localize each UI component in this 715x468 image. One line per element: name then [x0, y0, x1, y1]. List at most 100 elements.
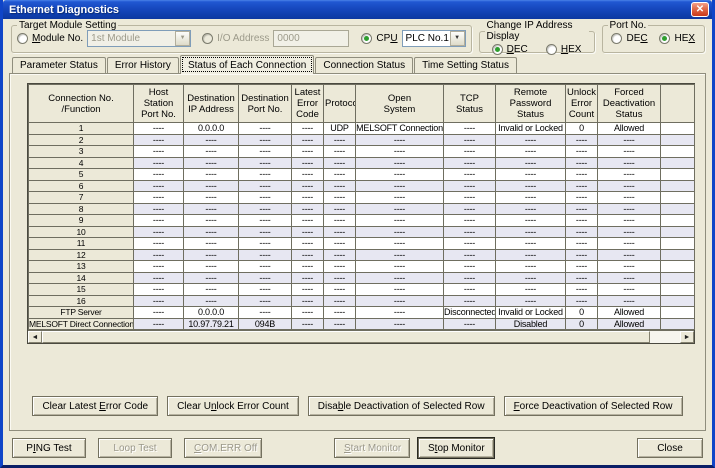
cell[interactable]: ---- [292, 123, 324, 135]
cell[interactable]: ---- [598, 146, 661, 158]
connection-name-cell[interactable]: 12 [29, 249, 134, 261]
cell[interactable]: ---- [239, 307, 292, 319]
cell[interactable]: ---- [496, 284, 566, 296]
cell[interactable]: 0 [566, 318, 598, 330]
table-row[interactable]: 7---------------------------------------… [29, 192, 695, 204]
cell[interactable]: ---- [184, 169, 239, 181]
cell[interactable]: ---- [324, 203, 356, 215]
table-row[interactable]: 3---------------------------------------… [29, 146, 695, 158]
cell[interactable]: ---- [356, 215, 444, 227]
cell[interactable]: ---- [356, 307, 444, 319]
cell[interactable]: ---- [134, 192, 184, 204]
tab-connection-status[interactable]: Connection Status [315, 57, 413, 73]
cell[interactable]: ---- [134, 284, 184, 296]
cell[interactable]: ---- [598, 261, 661, 273]
cell[interactable]: ---- [598, 203, 661, 215]
cell[interactable]: ---- [292, 180, 324, 192]
cell[interactable]: ---- [324, 192, 356, 204]
cell[interactable]: ---- [324, 238, 356, 250]
cell[interactable]: ---- [444, 123, 496, 135]
cell[interactable]: ---- [444, 295, 496, 307]
cell[interactable]: 10.97.79.21 [184, 318, 239, 330]
cell[interactable]: ---- [134, 123, 184, 135]
cell[interactable]: ---- [444, 249, 496, 261]
cell[interactable]: ---- [134, 215, 184, 227]
cell[interactable]: ---- [356, 238, 444, 250]
cell[interactable]: ---- [496, 295, 566, 307]
cell[interactable]: ---- [598, 192, 661, 204]
cell[interactable]: Allowed [598, 307, 661, 319]
table-row[interactable]: 16--------------------------------------… [29, 295, 695, 307]
cell[interactable]: ---- [324, 215, 356, 227]
table-row[interactable]: MELSOFT Direct Connection----10.97.79.21… [29, 318, 695, 330]
cell[interactable]: ---- [292, 261, 324, 273]
horizontal-scrollbar[interactable]: ◄ ► [28, 330, 694, 343]
cell[interactable]: ---- [239, 295, 292, 307]
cell[interactable]: ---- [324, 307, 356, 319]
cell[interactable]: ---- [444, 134, 496, 146]
table-row[interactable]: 10--------------------------------------… [29, 226, 695, 238]
cell[interactable]: Disconnected [444, 307, 496, 319]
cell[interactable]: ---- [566, 272, 598, 284]
connection-name-cell[interactable]: 9 [29, 215, 134, 227]
cell[interactable]: ---- [324, 180, 356, 192]
cell[interactable]: ---- [184, 261, 239, 273]
clear-latest-error-code-button[interactable]: Clear Latest Error Code [32, 396, 158, 416]
cell[interactable]: ---- [292, 318, 324, 330]
close-button[interactable]: ✕ [691, 2, 709, 17]
cell[interactable]: ---- [184, 215, 239, 227]
cell[interactable]: ---- [598, 226, 661, 238]
cell[interactable]: ---- [496, 261, 566, 273]
table-row[interactable]: 11--------------------------------------… [29, 238, 695, 250]
connection-name-cell[interactable]: 6 [29, 180, 134, 192]
connection-name-cell[interactable]: 3 [29, 146, 134, 158]
port-dec-radio[interactable] [611, 33, 622, 44]
cell[interactable]: ---- [444, 318, 496, 330]
cell[interactable]: ---- [444, 157, 496, 169]
cell[interactable]: ---- [134, 249, 184, 261]
connection-name-cell[interactable]: 4 [29, 157, 134, 169]
cell[interactable]: ---- [324, 318, 356, 330]
table-row[interactable]: 8---------------------------------------… [29, 203, 695, 215]
cell[interactable]: ---- [184, 146, 239, 158]
cell[interactable]: ---- [566, 203, 598, 215]
cell[interactable]: ---- [239, 146, 292, 158]
cell[interactable]: ---- [239, 261, 292, 273]
cell[interactable]: Invalid or Locked [496, 307, 566, 319]
cell[interactable]: ---- [239, 284, 292, 296]
cell[interactable]: ---- [356, 295, 444, 307]
cell[interactable]: ---- [239, 238, 292, 250]
cell[interactable]: ---- [324, 249, 356, 261]
cell[interactable]: ---- [598, 284, 661, 296]
cell[interactable]: 0 [566, 307, 598, 319]
table-row[interactable]: 2---------------------------------------… [29, 134, 695, 146]
cell[interactable]: ---- [496, 157, 566, 169]
cell[interactable]: ---- [184, 238, 239, 250]
cell[interactable]: ---- [134, 226, 184, 238]
cell[interactable]: ---- [598, 272, 661, 284]
cell[interactable]: ---- [356, 134, 444, 146]
cell[interactable]: ---- [598, 134, 661, 146]
cell[interactable]: ---- [356, 284, 444, 296]
cell[interactable]: ---- [134, 261, 184, 273]
port-hex-radio[interactable] [659, 33, 670, 44]
connection-name-cell[interactable]: FTP Server [29, 307, 134, 319]
cell[interactable]: ---- [566, 261, 598, 273]
scroll-left-button[interactable]: ◄ [28, 331, 42, 343]
cell[interactable]: ---- [134, 272, 184, 284]
scrollbar-thumb[interactable] [42, 331, 650, 343]
connection-name-cell[interactable]: 2 [29, 134, 134, 146]
cell[interactable]: ---- [496, 249, 566, 261]
tab-parameter-status[interactable]: Parameter Status [12, 57, 106, 73]
cell[interactable]: ---- [598, 157, 661, 169]
cell[interactable]: ---- [566, 146, 598, 158]
connection-name-cell[interactable]: 1 [29, 123, 134, 135]
cell[interactable]: ---- [444, 169, 496, 181]
cell[interactable]: ---- [566, 249, 598, 261]
cell[interactable]: ---- [184, 134, 239, 146]
cell[interactable]: ---- [566, 295, 598, 307]
cell[interactable]: ---- [239, 123, 292, 135]
tab-error-history[interactable]: Error History [107, 57, 179, 73]
cell[interactable]: ---- [356, 180, 444, 192]
table-row[interactable]: 4---------------------------------------… [29, 157, 695, 169]
